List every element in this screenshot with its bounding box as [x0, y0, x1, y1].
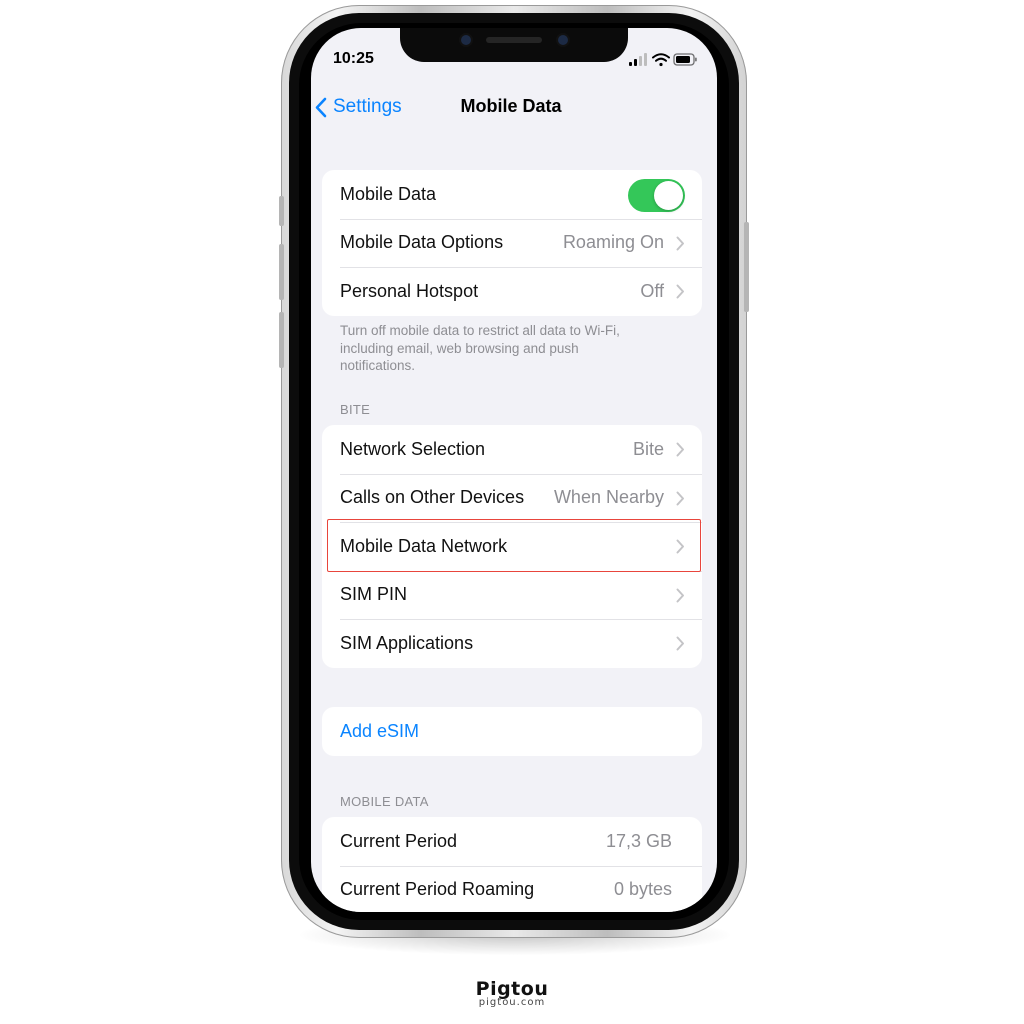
- current-period-roaming-row: Current Period Roaming 0 bytes: [322, 865, 702, 913]
- brand-logo: Pigtou pigtou.com: [474, 978, 550, 1008]
- sim-pin-row[interactable]: SIM PIN: [322, 570, 702, 620]
- notch: [400, 28, 628, 62]
- silent-switch: [279, 196, 284, 226]
- mobile-data-footnote: Turn off mobile data to restrict all dat…: [340, 323, 620, 373]
- status-icons: [629, 52, 699, 68]
- power-button: [744, 222, 749, 312]
- carrier-group: Network Selection Bite Calls on Other De…: [322, 425, 702, 668]
- chevron-right-icon: [676, 539, 684, 554]
- signal-icon: [629, 53, 647, 66]
- mobile-data-options-label: Mobile Data Options: [340, 232, 504, 253]
- network-selection-row[interactable]: Network Selection Bite: [322, 425, 702, 474]
- speaker-grille: [486, 37, 542, 43]
- chevron-right-icon: [676, 588, 684, 602]
- mobile-data-toggle[interactable]: [628, 179, 685, 212]
- wifi-icon: [652, 53, 670, 67]
- volume-up-button: [279, 244, 284, 300]
- usage-section-header: MOBILE DATA: [340, 794, 429, 809]
- usage-group: Current Period 17,3 GB Current Period Ro…: [322, 817, 702, 912]
- chevron-right-icon: [676, 284, 684, 299]
- personal-hotspot-label: Personal Hotspot: [340, 280, 479, 301]
- current-period-roaming-label: Current Period Roaming: [340, 879, 535, 900]
- front-camera-icon: [461, 35, 471, 45]
- network-selection-value: Bite: [632, 438, 664, 459]
- add-esim-button[interactable]: Add eSIM: [322, 707, 702, 756]
- current-period-value: 17,3 GB: [605, 830, 672, 851]
- mobile-data-network-label: Mobile Data Network: [340, 535, 508, 556]
- toggle-knob: [654, 181, 683, 210]
- network-selection-label: Network Selection: [340, 438, 486, 459]
- mobile-data-network-row[interactable]: Mobile Data Network: [322, 522, 702, 571]
- current-period-row: Current Period 17,3 GB: [322, 817, 702, 866]
- chevron-right-icon: [676, 636, 684, 651]
- personal-hotspot-value: Off: [640, 280, 664, 301]
- mobile-data-options-row[interactable]: Mobile Data Options Roaming On: [322, 218, 702, 268]
- esim-group: Add eSIM: [322, 707, 702, 756]
- chevron-right-icon: [676, 491, 684, 505]
- sim-applications-label: SIM Applications: [340, 632, 474, 653]
- sim-pin-label: SIM PIN: [340, 584, 408, 605]
- mobile-data-row: Mobile Data: [322, 170, 702, 219]
- chevron-right-icon: [676, 236, 684, 250]
- sensor-icon: [558, 35, 568, 45]
- personal-hotspot-row[interactable]: Personal Hotspot Off: [322, 267, 702, 316]
- volume-down-button: [279, 312, 284, 368]
- current-period-label: Current Period: [340, 830, 458, 851]
- phone-screen: 10:25 Settings Mobile Data Mobile Data M…: [311, 28, 717, 912]
- calls-other-devices-row[interactable]: Calls on Other Devices When Nearby: [322, 473, 702, 523]
- mobile-data-group: Mobile Data Mobile Data Options Roaming …: [322, 170, 702, 316]
- carrier-section-header: BITE: [340, 402, 371, 417]
- chevron-right-icon: [676, 442, 684, 457]
- sim-applications-row[interactable]: SIM Applications: [322, 619, 702, 668]
- add-esim-label: Add eSIM: [340, 720, 420, 741]
- mobile-data-options-value: Roaming On: [562, 232, 664, 253]
- brand-url: pigtou.com: [478, 997, 546, 1008]
- battery-icon: [673, 53, 697, 66]
- calls-other-devices-label: Calls on Other Devices: [340, 487, 525, 508]
- calls-other-devices-value: When Nearby: [553, 487, 664, 508]
- page-title: Mobile Data: [460, 96, 562, 116]
- current-period-roaming-value: 0 bytes: [613, 879, 672, 900]
- status-time: 10:25: [333, 50, 374, 67]
- mobile-data-label: Mobile Data: [340, 183, 437, 204]
